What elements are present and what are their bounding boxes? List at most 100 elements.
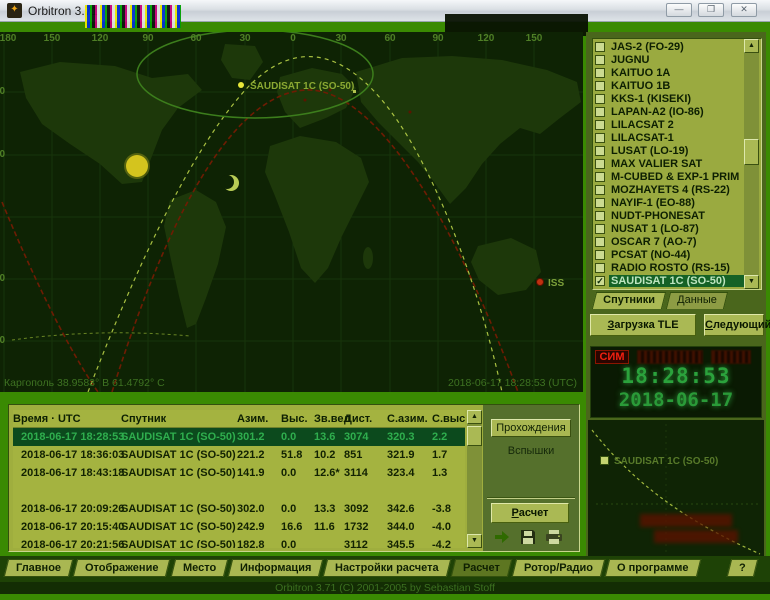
satellite-checkbox[interactable]	[595, 55, 605, 65]
satellite-list-item[interactable]: MAX VALIER SAT	[594, 157, 745, 170]
sim-mode-indicator[interactable]: СИМ	[595, 350, 629, 364]
load-tle-button[interactable]: Загрузка TLE	[590, 314, 696, 336]
satellite-list-item[interactable]: SAUDISAT 1C (SO-50)	[594, 274, 745, 287]
satellite-checkbox[interactable]	[595, 263, 605, 273]
satellite-list-item[interactable]: JUGNU	[594, 53, 745, 66]
satellite-name: PCSAT (NO-44)	[609, 249, 745, 261]
maximize-button[interactable]: ❐	[698, 3, 724, 17]
satellite-checkbox[interactable]	[595, 159, 605, 169]
scroll-thumb[interactable]	[467, 426, 482, 446]
satellite-checkbox[interactable]	[595, 68, 605, 78]
satellite-checkbox[interactable]	[595, 81, 605, 91]
satellite-list-item[interactable]: KAITUO 1A	[594, 66, 745, 79]
satellite-checkbox[interactable]	[595, 185, 605, 195]
column-header[interactable]: С.выс.	[432, 410, 460, 428]
moon-icon	[220, 175, 239, 191]
print-icon[interactable]	[545, 529, 563, 545]
panel-tab[interactable]: Спутники	[592, 292, 666, 309]
bottom-tab[interactable]: Место	[170, 559, 228, 577]
satellite-list[interactable]: JAS-2 (FO-29) JUGNU KAITUO 1A KAITUO 1B	[592, 38, 762, 290]
satellite-checkbox[interactable]	[595, 94, 605, 104]
table-row[interactable]: 2018-06-17 18:43:18 SAUDISAT 1C (SO-50) …	[13, 464, 465, 482]
table-row[interactable]	[13, 482, 465, 500]
satellite-list-item[interactable]: LAPAN-A2 (IO-86)	[594, 105, 745, 118]
bottom-tab[interactable]: О программе	[604, 559, 700, 577]
minimize-button[interactable]: —	[666, 3, 692, 17]
satellite-name: JUGNU	[609, 54, 745, 66]
scroll-down-icon[interactable]	[744, 275, 759, 289]
table-row[interactable]: 2018-06-17 18:28:53 SAUDISAT 1C (SO-50) …	[13, 428, 465, 446]
bottom-tab[interactable]: Настройки расчета	[323, 559, 451, 577]
calculate-button[interactable]: Расчет	[491, 503, 569, 523]
satellite-checkbox[interactable]	[595, 198, 605, 208]
satellite-checkbox[interactable]	[595, 133, 605, 143]
satellite-list-item[interactable]: NAYIF-1 (EO-88)	[594, 196, 745, 209]
satellite-list-item[interactable]: LILACSAT-1	[594, 131, 745, 144]
table-row[interactable]: 2018-06-17 20:21:56 SAUDISAT 1C (SO-50) …	[13, 536, 465, 548]
satellite-list-item[interactable]: NUDT-PHONESAT	[594, 209, 745, 222]
satellite-list-item[interactable]: KKS-1 (KISEKI)	[594, 92, 745, 105]
satellite-list-item[interactable]: JAS-2 (FO-29)	[594, 40, 745, 53]
satellite-checkbox[interactable]	[595, 224, 605, 234]
bottom-tab[interactable]: Информация	[227, 559, 323, 577]
column-header[interactable]: Выс.	[281, 410, 314, 428]
satellite-list-item[interactable]: PCSAT (NO-44)	[594, 248, 745, 261]
close-button[interactable]: ✕	[731, 3, 757, 17]
satellite-checkbox[interactable]	[595, 146, 605, 156]
satellite-checkbox[interactable]	[595, 289, 605, 291]
bottom-tab[interactable]: Отображение	[73, 559, 171, 577]
table-row[interactable]: 2018-06-17 18:36:03 SAUDISAT 1C (SO-50) …	[13, 446, 465, 464]
bottom-tab[interactable]: Главное	[4, 559, 74, 577]
satellite-name: NUSAT 1 (LO-87)	[609, 223, 745, 235]
panel-tab[interactable]: Данные	[666, 292, 728, 309]
satellite-list-item[interactable]: KAITUO 1B	[594, 79, 745, 92]
satellite-name: KAITUO 1B	[609, 80, 745, 92]
satellite-list-item[interactable]: NUSAT 1 (LO-87)	[594, 222, 745, 235]
satellite-checkbox[interactable]	[595, 250, 605, 260]
bottom-tabs: Главное Отображение Место Информация Нас…	[6, 559, 764, 577]
table-scrollbar[interactable]	[467, 410, 482, 548]
app-icon	[7, 3, 22, 18]
column-header[interactable]: Азим.	[237, 410, 281, 428]
bottom-tab[interactable]: ?	[727, 559, 758, 577]
iss-track-wrap	[2, 202, 98, 392]
passes-table-header[interactable]: Время · UTCСпутникАзим.Выс.Зв.велДист.С.…	[13, 410, 465, 428]
save-icon[interactable]	[519, 529, 537, 545]
satellite-checkbox[interactable]	[595, 120, 605, 130]
scroll-down-icon[interactable]	[467, 534, 482, 548]
satellite-name: NAYIF-1 (EO-88)	[609, 197, 745, 209]
satellite-list-item[interactable]: MOZHAYETS 4 (RS-22)	[594, 183, 745, 196]
column-header[interactable]: Зв.вел	[314, 410, 344, 428]
column-header[interactable]: С.азим.	[387, 410, 432, 428]
satellite-checkbox[interactable]	[595, 211, 605, 221]
column-header[interactable]: Спутник	[121, 410, 237, 428]
table-row[interactable]: 2018-06-17 20:15:40 SAUDISAT 1C (SO-50) …	[13, 518, 465, 536]
satellite-list-item[interactable]: LUSAT (LO-19)	[594, 144, 745, 157]
satellite-list-item[interactable]: RADIO ROSTO (RS-15)	[594, 261, 745, 274]
satellite-list-item[interactable]: M-CUBED & EXP-1 PRIM	[594, 170, 745, 183]
column-header[interactable]: Время · UTC	[13, 410, 121, 428]
column-header[interactable]: Дист.	[344, 410, 387, 428]
longitude-label: 30	[239, 33, 250, 44]
flares-tab[interactable]: Вспышки	[491, 445, 571, 457]
satellite-list-item[interactable]: SEEDS II (CO-66)	[594, 287, 745, 290]
clock-date: 2018-06-17	[591, 389, 761, 411]
table-row[interactable]: 2018-06-17 20:09:26 SAUDISAT 1C (SO-50) …	[13, 500, 465, 518]
satellite-list-item[interactable]: LILACSAT 2	[594, 118, 745, 131]
next-button[interactable]: Следующий	[704, 314, 764, 336]
satellite-checkbox[interactable]	[595, 107, 605, 117]
list-scrollbar[interactable]	[744, 39, 759, 289]
bottom-tab[interactable]: Расчет	[450, 559, 511, 577]
passes-tab[interactable]: Прохождения	[491, 419, 571, 437]
scroll-thumb[interactable]	[744, 139, 759, 165]
go-arrow-icon[interactable]	[493, 529, 511, 545]
bottom-tab[interactable]: Ротор/Радио	[511, 559, 605, 577]
satellite-checkbox[interactable]	[595, 172, 605, 182]
satellite-checkbox[interactable]	[595, 42, 605, 52]
satellite-list-item[interactable]: OSCAR 7 (AO-7)	[594, 235, 745, 248]
scroll-up-icon[interactable]	[467, 410, 482, 424]
satellite-checkbox[interactable]	[595, 276, 605, 286]
passes-table: Время · UTCСпутникАзим.Выс.Зв.велДист.С.…	[13, 410, 465, 548]
satellite-checkbox[interactable]	[595, 237, 605, 247]
scroll-up-icon[interactable]	[744, 39, 759, 53]
